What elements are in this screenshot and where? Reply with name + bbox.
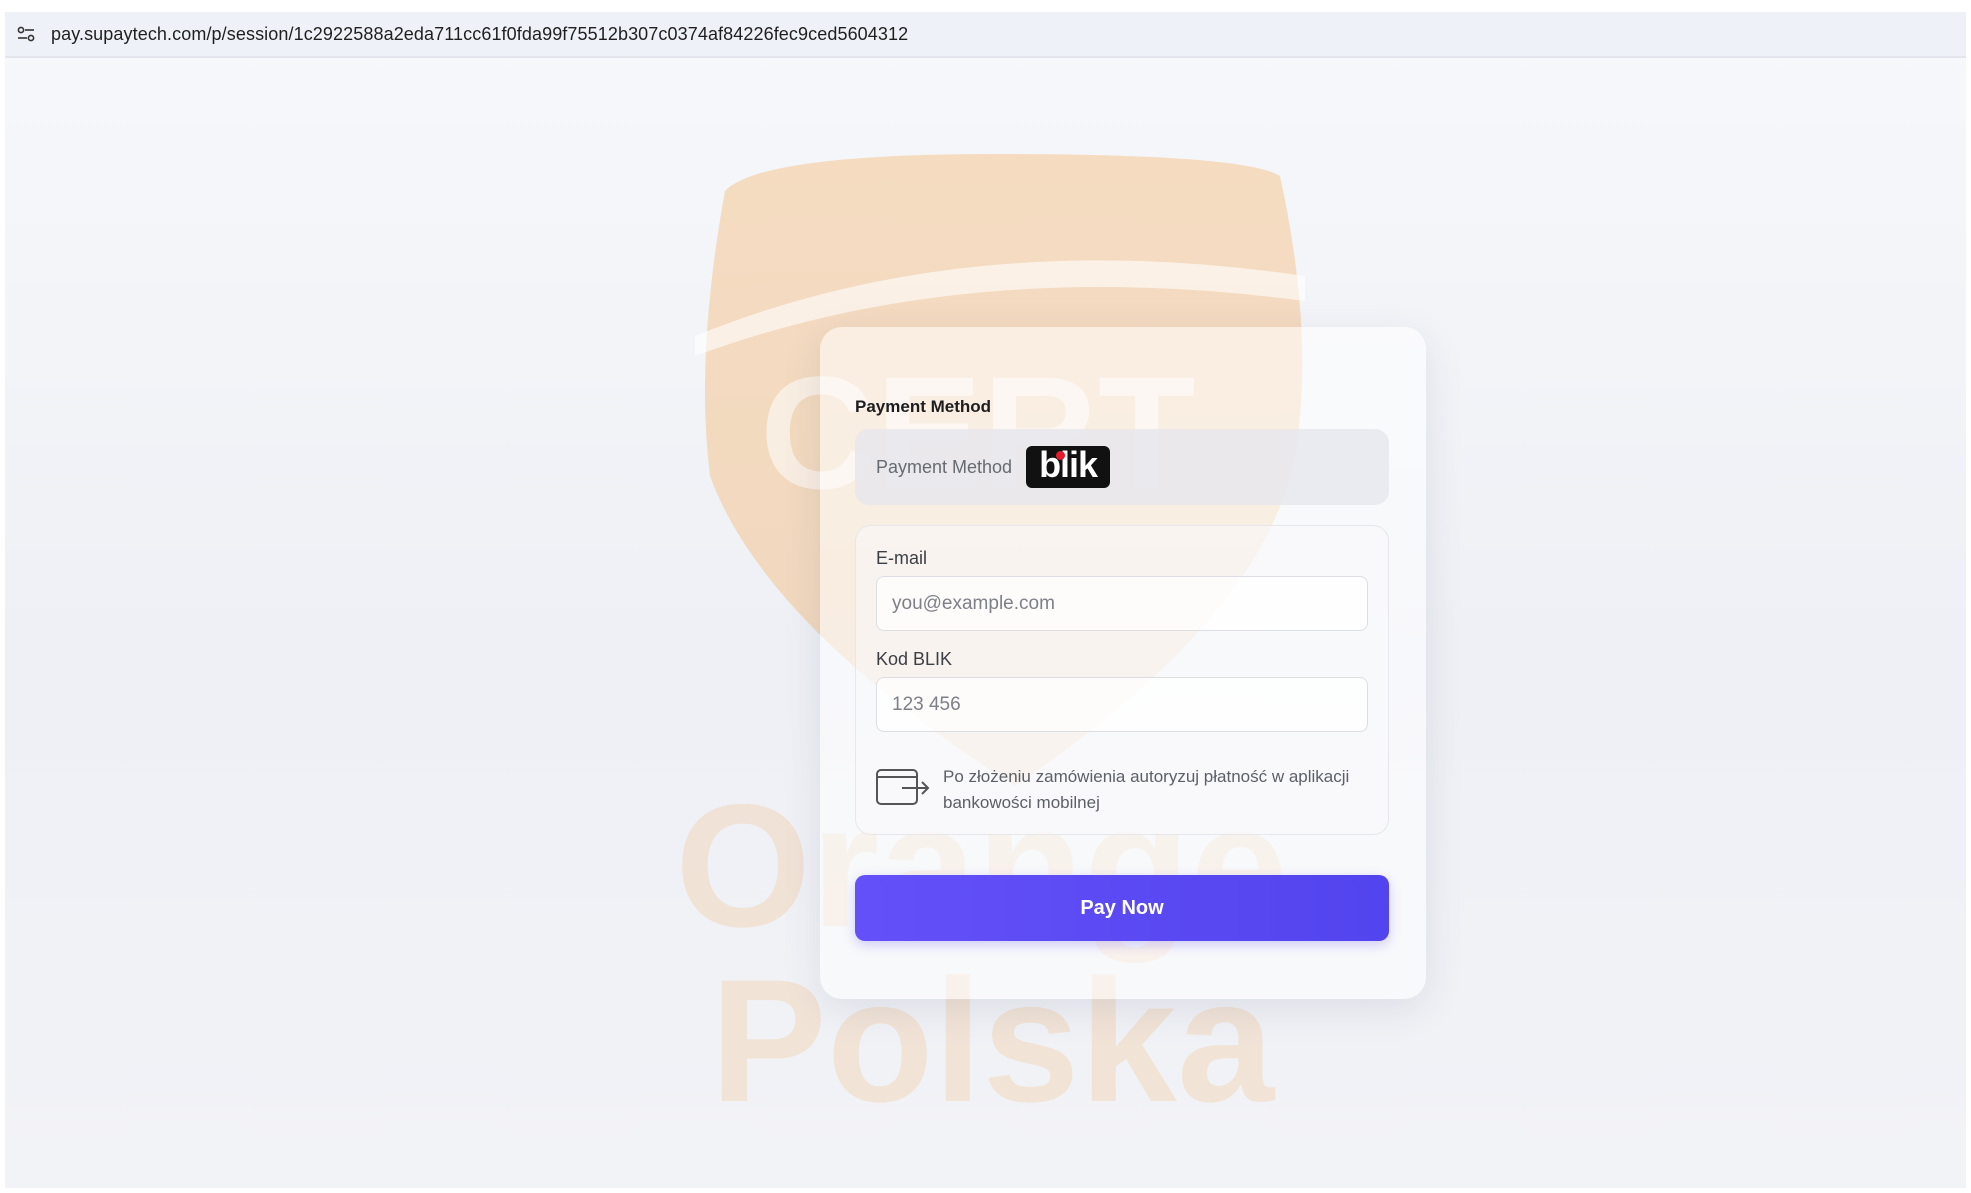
payment-method-label: Payment Method [876, 456, 1013, 477]
pay-now-button[interactable]: Pay Now [855, 875, 1389, 941]
email-field[interactable] [876, 576, 1368, 631]
blik-code-label: Kod BLIK [876, 649, 953, 669]
blik-logo-text: blik [1039, 444, 1098, 485]
mobile-redirect-icon [876, 769, 930, 805]
browser-window: pay.supaytech.com/p/session/1c2922588a2e… [5, 12, 1966, 1188]
payment-card: Payment Method Payment Method blik E-mai… [820, 327, 1426, 999]
payment-method-selector[interactable]: Payment Method blik [855, 429, 1389, 505]
payment-method-heading: Payment Method [855, 397, 992, 416]
url-text[interactable]: pay.supaytech.com/p/session/1c2922588a2e… [51, 24, 908, 45]
blik-form: E-mail Kod BLIK Po złożeniu zamówienia a… [855, 525, 1389, 835]
tune-icon[interactable] [15, 23, 37, 45]
email-label: E-mail [876, 548, 928, 568]
blik-logo: blik [1026, 444, 1111, 488]
blik-hint-text: Po złożeniu zamówienia autoryzuj płatnoś… [943, 767, 1350, 812]
blik-code-field[interactable] [876, 677, 1368, 732]
address-bar[interactable]: pay.supaytech.com/p/session/1c2922588a2e… [5, 12, 1966, 58]
blik-dot-icon [1056, 451, 1066, 460]
